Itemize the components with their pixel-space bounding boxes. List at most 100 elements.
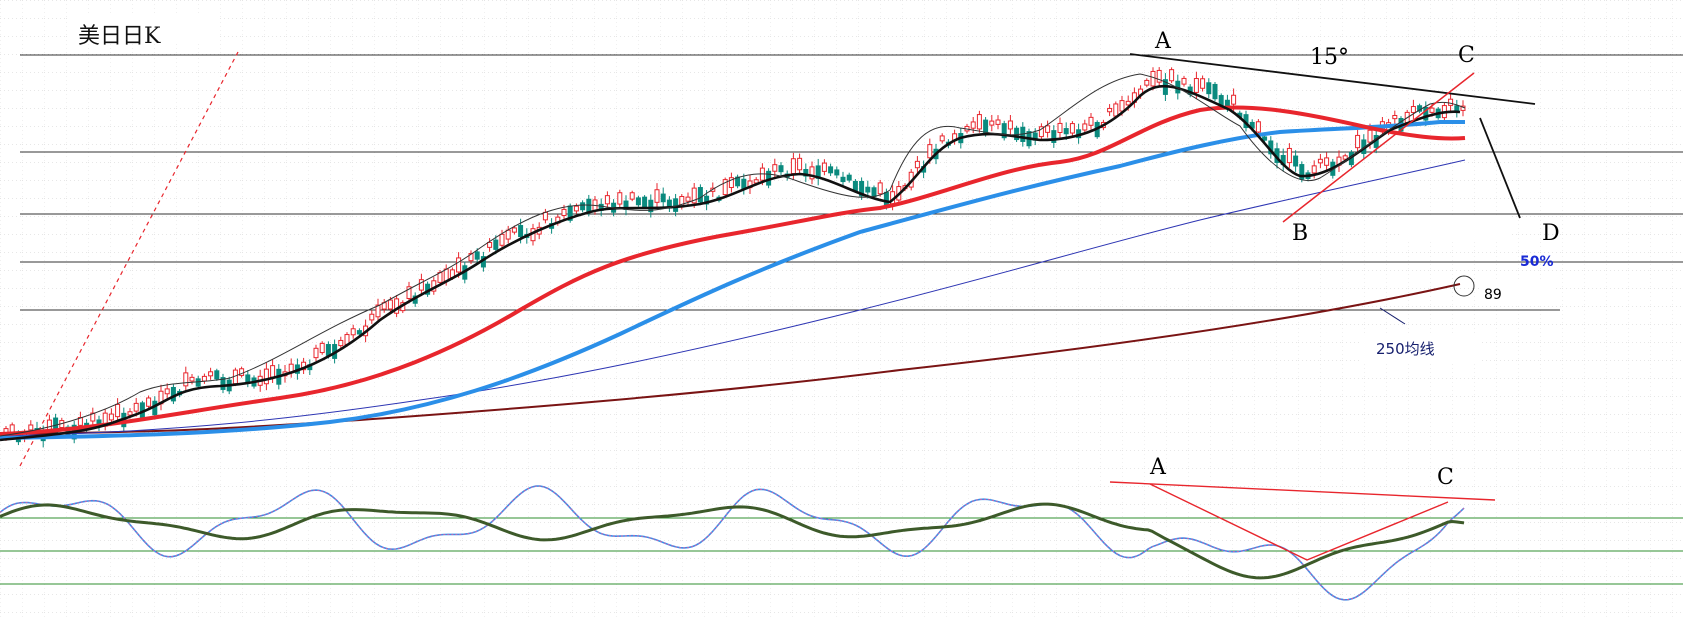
label-ma250: 250均线	[1376, 340, 1435, 358]
candle-body	[189, 376, 195, 382]
candle-body	[976, 114, 982, 130]
candle-body	[1224, 99, 1230, 107]
candle-body	[270, 365, 276, 378]
candle-body	[263, 368, 269, 385]
candle-body	[1448, 98, 1454, 106]
candle-body	[1293, 155, 1299, 167]
candle-body	[493, 239, 499, 250]
candle-body	[561, 208, 567, 216]
candle-body	[1069, 123, 1075, 134]
candle-body	[1057, 122, 1063, 133]
candle-body	[617, 192, 623, 205]
candle-body	[1324, 157, 1330, 166]
candle-body	[1317, 158, 1323, 164]
candle-body	[660, 193, 666, 203]
candle-body	[673, 198, 679, 212]
candle-body	[573, 205, 579, 212]
candle-body	[437, 272, 443, 283]
chart-canvas: A 15° C B D 50% 89 250均线 A C	[0, 0, 1683, 620]
candle-body	[1063, 128, 1069, 135]
candle-body	[865, 186, 871, 193]
candle-body	[1007, 120, 1013, 130]
candle-body	[1206, 82, 1212, 95]
candle-body	[108, 413, 114, 421]
label-89: 89	[1484, 287, 1502, 303]
candle-body	[834, 169, 840, 176]
candle-body	[505, 229, 511, 240]
candle-body	[474, 251, 480, 260]
candle-body	[443, 268, 449, 282]
label-c-main: C	[1458, 43, 1475, 68]
candle-body	[1367, 129, 1373, 143]
candle-body	[852, 180, 858, 192]
candle-body	[635, 197, 641, 206]
candle-body	[604, 195, 610, 205]
candle-body	[654, 189, 660, 203]
candle-body	[146, 397, 152, 407]
candle-body	[245, 374, 251, 383]
candle-body	[1144, 79, 1150, 86]
candle-body	[629, 192, 635, 200]
candle-body	[456, 257, 462, 273]
candle-body	[1355, 134, 1361, 149]
candle-body	[586, 198, 592, 213]
label-c-oscillator: C	[1437, 465, 1454, 490]
candle-body	[846, 174, 852, 181]
candle-body	[1311, 165, 1317, 174]
candle-body	[288, 363, 294, 373]
candle-body	[133, 402, 139, 412]
candle-body	[877, 182, 883, 195]
candle-body	[1088, 116, 1094, 126]
candle-body	[387, 299, 393, 310]
candle-body	[697, 187, 703, 203]
candle-body	[1193, 78, 1199, 93]
candle-body	[338, 339, 344, 347]
label-b-main: B	[1292, 221, 1308, 246]
candle-body	[1231, 94, 1237, 105]
candle-body	[313, 347, 319, 359]
candle-body	[1429, 107, 1435, 113]
candle-body	[214, 370, 220, 380]
candle-body	[1169, 69, 1175, 82]
candle-body	[201, 375, 207, 382]
candle-body	[1045, 125, 1051, 133]
candle-body	[1082, 123, 1088, 131]
candle-body	[183, 372, 189, 387]
candle-body	[1286, 147, 1292, 164]
candle-body	[1200, 78, 1206, 89]
candle-body	[1113, 103, 1119, 117]
candle-body	[871, 187, 877, 198]
candle-body	[989, 120, 995, 126]
candle-body	[418, 279, 424, 291]
candle-body	[1255, 121, 1261, 133]
candle-body	[840, 176, 846, 183]
candle-body	[1392, 114, 1398, 120]
candle-body	[914, 160, 920, 169]
candle-body	[772, 164, 778, 172]
candle-body	[1125, 100, 1131, 106]
candle-body	[642, 196, 648, 208]
candle-body	[487, 241, 493, 248]
candle-body	[127, 411, 133, 416]
candle-body	[369, 313, 375, 321]
candle-body	[170, 386, 176, 402]
candle-body	[927, 144, 933, 159]
candle-body	[28, 424, 34, 431]
chart-title: 美日日K	[78, 24, 161, 49]
candle-body	[970, 121, 976, 129]
candle-body	[542, 211, 548, 221]
candle-body	[778, 165, 784, 173]
label-a-main: A	[1154, 29, 1172, 54]
candle-body	[883, 191, 889, 207]
candle-body	[115, 403, 121, 418]
label-angle: 15°	[1310, 45, 1349, 70]
candle-body	[325, 344, 331, 356]
candle-body	[499, 233, 505, 246]
candle-body	[1119, 100, 1125, 112]
candle-body	[208, 371, 214, 377]
candle-body	[1212, 83, 1218, 100]
candle-body	[1107, 107, 1113, 113]
candle-body	[797, 157, 803, 171]
candle-body	[164, 388, 170, 395]
candle-body	[821, 162, 827, 172]
